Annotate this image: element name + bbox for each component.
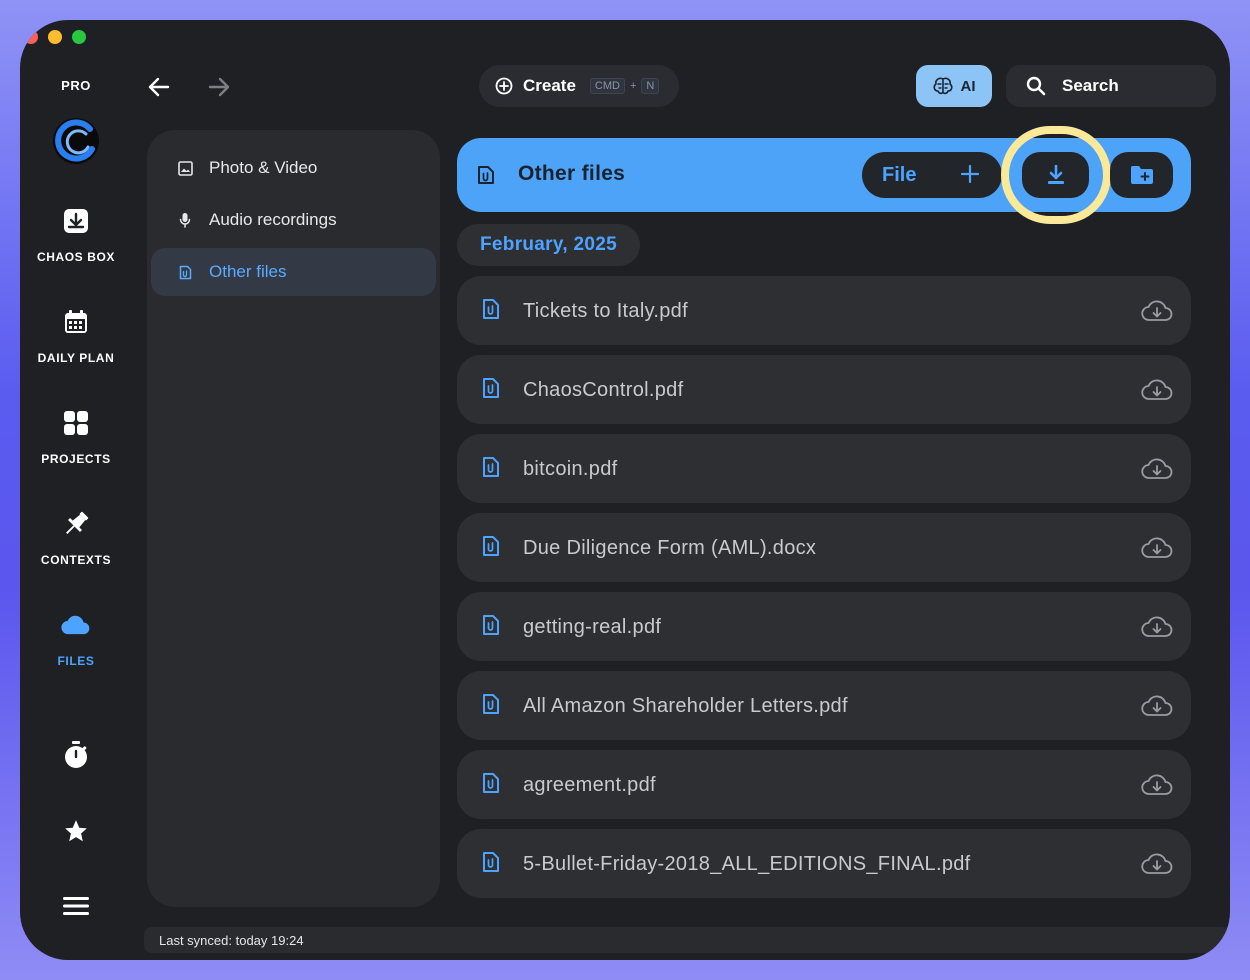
create-button[interactable]: Create CMD + N — [479, 65, 679, 107]
arrow-left-icon — [148, 77, 170, 97]
attachment-file-icon — [478, 166, 494, 184]
folder-plus-icon — [1130, 166, 1153, 184]
file-row[interactable]: agreement.pdf — [457, 750, 1191, 819]
sidebar-item-label: Other files — [209, 262, 287, 281]
file-row[interactable]: All Amazon Shareholder Letters.pdf — [457, 671, 1191, 740]
ai-button[interactable]: AI — [916, 65, 992, 107]
add-file-label: File — [882, 163, 917, 186]
file-row[interactable]: Tickets to Italy.pdf — [457, 276, 1191, 345]
inbox-download-icon — [61, 206, 91, 236]
add-file-button[interactable]: File — [862, 152, 1002, 198]
file-row[interactable]: getting-real.pdf — [457, 592, 1191, 661]
grid-icon — [61, 408, 91, 438]
cloud-download-icon[interactable] — [1141, 537, 1173, 559]
attachment-file-icon — [483, 773, 499, 793]
search-icon — [1026, 76, 1046, 96]
attachment-file-icon — [483, 694, 499, 714]
rail-item-label: DAILY PLAN — [37, 351, 115, 365]
new-folder-button[interactable] — [1110, 152, 1173, 198]
shortcut-key: N — [641, 78, 660, 94]
star-icon — [65, 820, 87, 842]
sidebar-item-photo-video[interactable]: Photo & Video — [151, 144, 436, 192]
files-category-sidebar: Photo & Video Audio recordings Other fil… — [147, 130, 440, 907]
rail-item-label: FILES — [57, 654, 95, 668]
shortcut-plus: + — [629, 80, 637, 92]
image-icon — [177, 160, 193, 176]
microphone-icon — [177, 212, 193, 228]
favorites-button[interactable] — [20, 818, 132, 844]
rail-item-files[interactable]: FILES — [20, 610, 132, 668]
download-icon — [1047, 165, 1064, 184]
rail-item-projects[interactable]: PROJECTS — [20, 408, 132, 466]
file-name: ChaosControl.pdf — [523, 379, 684, 401]
rail-item-label: CHAOS BOX — [36, 250, 116, 264]
search-label: Search — [1062, 76, 1119, 95]
file-name: getting-real.pdf — [523, 616, 662, 638]
attachment-file-icon — [483, 615, 499, 635]
category-header: Other files File — [457, 126, 1191, 224]
cloud-download-icon[interactable] — [1141, 616, 1173, 638]
file-name: 5-Bullet-Friday-2018_ALL_EDITIONS_FINAL.… — [523, 853, 971, 875]
file-row[interactable]: bitcoin.pdf — [457, 434, 1191, 503]
cloud-download-icon[interactable] — [1141, 300, 1173, 322]
cloud-download-icon[interactable] — [1141, 458, 1173, 480]
page-title: Other files — [518, 162, 626, 185]
rail-item-chaos-box[interactable]: CHAOS BOX — [20, 206, 132, 264]
sidebar-item-label: Photo & Video — [209, 158, 318, 177]
date-group-label: February, 2025 — [457, 224, 640, 266]
file-name: agreement.pdf — [523, 774, 656, 796]
cloud-download-icon[interactable] — [1141, 379, 1173, 401]
sidebar-item-other-files[interactable]: Other files — [151, 248, 436, 296]
plus-icon — [960, 164, 980, 184]
file-list: Tickets to Italy.pdf ChaosControl.pdf bi… — [457, 276, 1191, 908]
calendar-icon — [61, 307, 91, 337]
attachment-file-icon — [483, 299, 499, 319]
file-name: Tickets to Italy.pdf — [523, 300, 688, 322]
rail-item-label: PROJECTS — [41, 452, 111, 466]
menu-button[interactable] — [20, 896, 132, 916]
plan-badge: PRO — [61, 78, 91, 93]
ai-label: AI — [960, 77, 976, 95]
file-name: Due Diligence Form (AML).docx — [523, 537, 817, 559]
attachment-file-icon — [177, 264, 193, 280]
file-row[interactable]: 5-Bullet-Friday-2018_ALL_EDITIONS_FINAL.… — [457, 829, 1191, 898]
main-navigation-rail: PRO CHAOS BOX DAILY PLAN PROJECTS CONTEX… — [20, 20, 132, 960]
file-name: All Amazon Shareholder Letters.pdf — [523, 695, 848, 717]
search-button[interactable]: Search — [1006, 65, 1216, 107]
download-button[interactable] — [1022, 152, 1089, 198]
app-window: PRO CHAOS BOX DAILY PLAN PROJECTS CONTEX… — [20, 20, 1230, 960]
cloud-download-icon[interactable] — [1141, 695, 1173, 717]
cloud-download-icon[interactable] — [1141, 853, 1173, 875]
sidebar-item-label: Audio recordings — [209, 210, 337, 229]
rail-item-contexts[interactable]: CONTEXTS — [20, 509, 132, 567]
file-row[interactable]: ChaosControl.pdf — [457, 355, 1191, 424]
plus-circle-icon — [495, 77, 513, 95]
arrow-right-icon — [208, 77, 230, 97]
brain-icon — [932, 77, 953, 95]
create-label: Create — [523, 76, 576, 95]
attachment-file-icon — [483, 378, 499, 398]
rail-item-label: CONTEXTS — [40, 553, 112, 567]
attachment-file-icon — [483, 457, 499, 477]
rail-item-daily-plan[interactable]: DAILY PLAN — [20, 307, 132, 365]
menu-icon — [63, 897, 89, 915]
app-logo-icon — [53, 118, 99, 164]
pushpin-icon — [61, 509, 91, 539]
shortcut-key: CMD — [589, 78, 625, 94]
sidebar-item-audio-recordings[interactable]: Audio recordings — [151, 196, 436, 244]
file-name: bitcoin.pdf — [523, 458, 618, 480]
cloud-icon — [61, 610, 91, 640]
sync-status-bar: Last synced: today 19:24 — [144, 927, 1230, 953]
forward-button[interactable] — [204, 72, 234, 102]
back-button[interactable] — [144, 72, 174, 102]
timer-button[interactable] — [20, 740, 132, 770]
attachment-file-icon — [483, 852, 499, 872]
cloud-download-icon[interactable] — [1141, 774, 1173, 796]
timer-icon — [65, 741, 87, 768]
attachment-file-icon — [483, 536, 499, 556]
file-row[interactable]: Due Diligence Form (AML).docx — [457, 513, 1191, 582]
